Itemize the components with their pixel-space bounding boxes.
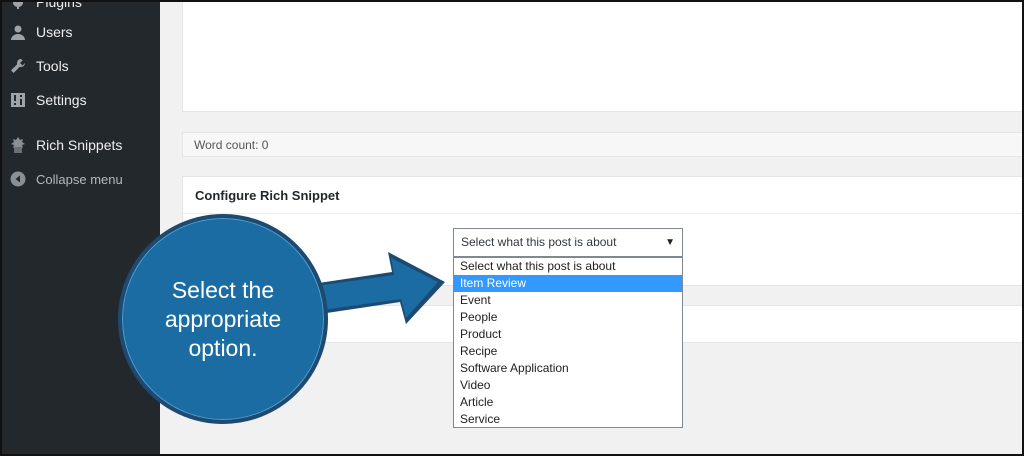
select-option[interactable]: Video (454, 377, 682, 394)
tools-icon (0, 58, 36, 74)
sidebar-item-rich-snippets[interactable]: Rich Snippets (0, 130, 160, 160)
users-icon (0, 24, 36, 40)
select-option-highlighted[interactable]: Item Review (454, 275, 682, 292)
dropdown-arrow-icon: ▼ (665, 237, 675, 248)
select-option[interactable]: Article (454, 394, 682, 411)
select-option[interactable]: Event (454, 292, 682, 309)
sidebar-item-label: Collapse menu (36, 171, 123, 187)
sidebar-item-users[interactable]: Users (0, 17, 160, 47)
metabox-title: Configure Rich Snippet (183, 177, 1023, 214)
sidebar-item-plugins[interactable]: Plugins (0, 0, 160, 17)
select-option[interactable]: Recipe (454, 343, 682, 360)
collapse-icon (0, 171, 36, 187)
sidebar-item-tools[interactable]: Tools (0, 51, 160, 81)
select-option[interactable]: Service (454, 411, 682, 428)
settings-icon (0, 92, 36, 108)
sidebar-item-settings[interactable]: Settings (0, 85, 160, 115)
sidebar-item-label: Plugins (36, 0, 82, 10)
select-value: Select what this post is about (461, 235, 617, 249)
post-type-dropdown-list: Select what this post is about Item Revi… (453, 257, 683, 428)
sidebar-item-label: Users (36, 24, 73, 40)
word-count: Word count: 0 (182, 132, 1024, 157)
callout-arrow-icon (312, 252, 445, 324)
sidebar-item-label: Settings (36, 92, 87, 108)
post-editor[interactable] (182, 0, 1024, 112)
sidebar-item-label: Tools (36, 58, 69, 74)
admin-sidebar: Plugins Users Tools Settings Rich Snippe… (0, 0, 160, 456)
select-option[interactable]: People (454, 309, 682, 326)
callout-text: Select the appropriate option. (164, 276, 282, 361)
rich-snippets-icon (0, 136, 36, 154)
select-option[interactable]: Select what this post is about (454, 258, 682, 275)
post-type-select[interactable]: Select what this post is about ▼ (453, 228, 683, 257)
instruction-callout: Select the appropriate option. (118, 214, 328, 424)
sidebar-item-label: Rich Snippets (36, 137, 123, 153)
collapse-menu-button[interactable]: Collapse menu (0, 164, 160, 194)
plugin-icon (0, 0, 36, 10)
select-option[interactable]: Product (454, 326, 682, 343)
select-option[interactable]: Software Application (454, 360, 682, 377)
